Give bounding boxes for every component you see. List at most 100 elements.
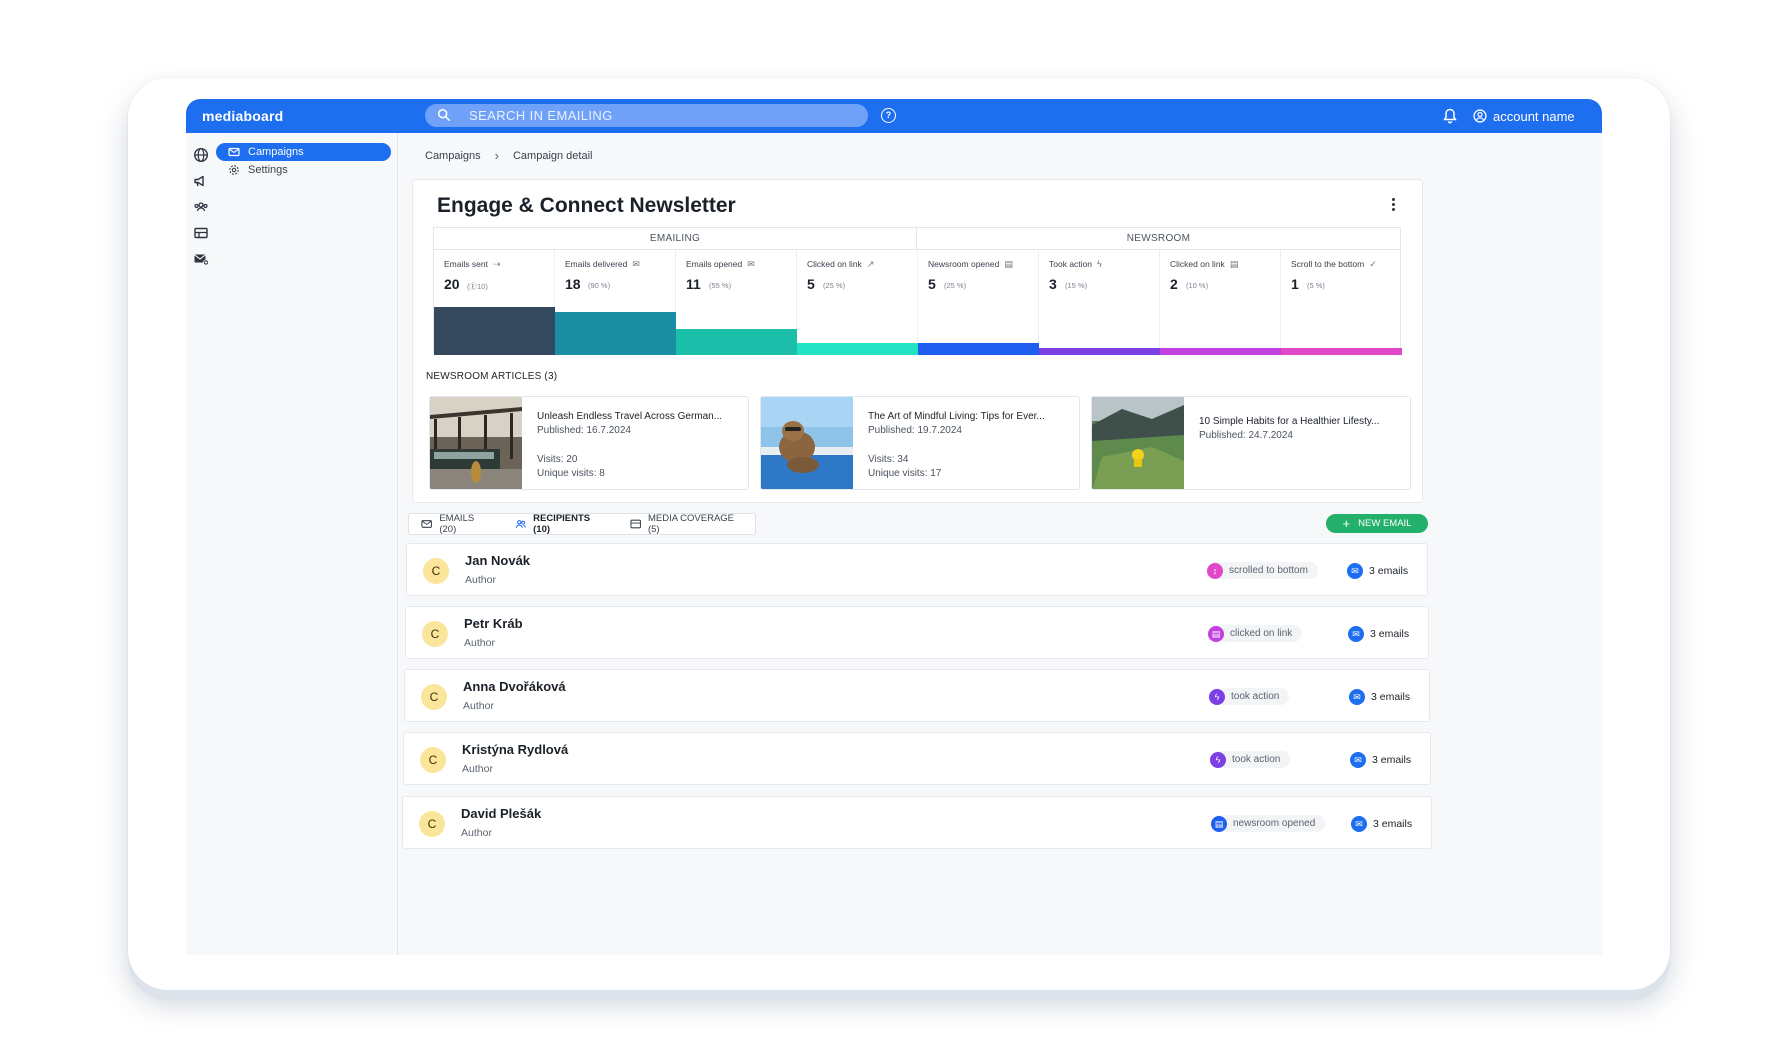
metric-bar bbox=[1281, 348, 1402, 355]
account-icon bbox=[1473, 109, 1487, 123]
emails-count[interactable]: ✉ 3 emails bbox=[1347, 562, 1408, 579]
metric-label: Emails opened ✉ bbox=[686, 259, 755, 270]
avatar: C bbox=[419, 811, 445, 837]
metric-label: Emails sent ⇢ bbox=[444, 259, 500, 270]
metric-percentage: (15 %) bbox=[1065, 281, 1088, 290]
recipient-role: Author bbox=[462, 763, 493, 775]
tab-recipients[interactable]: RECIPIENTS (10) bbox=[503, 513, 618, 535]
side-rail bbox=[186, 133, 216, 955]
newsroom-icon: ▤ bbox=[1211, 815, 1227, 832]
bolt-icon: ϟ bbox=[1209, 688, 1225, 705]
tab-media-coverage-label: MEDIA COVERAGE (5) bbox=[647, 513, 735, 535]
metric-label-text: Emails delivered bbox=[565, 259, 628, 269]
breadcrumb-campaign-detail: Campaign detail bbox=[512, 149, 593, 162]
account-menu[interactable]: account name bbox=[1473, 107, 1575, 125]
new-email-button[interactable]: + NEW EMAIL bbox=[1326, 514, 1428, 533]
top-bar: mediaboard ? account name bbox=[186, 99, 1602, 133]
status-badge: ▤ clicked on link bbox=[1208, 625, 1303, 642]
metric-column: Took action ϟ 3 (15 %) bbox=[1039, 250, 1160, 355]
emails-count[interactable]: ✉ 3 emails bbox=[1350, 751, 1411, 768]
globe-icon[interactable] bbox=[193, 147, 209, 163]
article-visits: Visits: 34 bbox=[868, 454, 909, 465]
metric-column: Emails delivered ✉ 18 (90 %) bbox=[555, 250, 676, 355]
bell-icon[interactable] bbox=[1443, 108, 1457, 124]
people-icon[interactable] bbox=[193, 199, 209, 215]
recipient-row[interactable]: C Anna Dvořáková Author ϟ took action ✉ 3 emai… bbox=[404, 669, 1430, 722]
mail-add-icon[interactable] bbox=[193, 251, 209, 267]
article-unique-visits: Unique visits: 17 bbox=[868, 468, 942, 479]
recipient-row[interactable]: C David Plešák Author ▤ newsroom opened ✉ 3 em… bbox=[402, 796, 1432, 849]
detail-tabs: EMAILS (20) RECIPIENTS (10) MEDIA COVERA… bbox=[408, 513, 756, 535]
campaign-title: Engage & Connect Newsletter bbox=[437, 194, 736, 217]
recipient-name[interactable]: Kristýna Rydlová bbox=[462, 742, 568, 757]
recipient-name[interactable]: Anna Dvořáková bbox=[463, 679, 566, 694]
link-icon: ▤ bbox=[1208, 625, 1224, 642]
megaphone-icon[interactable] bbox=[193, 173, 209, 189]
metric-percentage: (5 %) bbox=[1307, 281, 1325, 290]
breadcrumb-campaigns[interactable]: Campaigns bbox=[425, 150, 481, 162]
status-label: clicked on link bbox=[1230, 628, 1293, 639]
status-label: took action bbox=[1231, 691, 1280, 702]
article-published: Published: 16.7.2024 bbox=[537, 425, 631, 436]
nav-settings[interactable]: Settings bbox=[216, 161, 288, 179]
article-card[interactable]: Unleash Endless Travel Across German... … bbox=[429, 396, 749, 490]
tab-emails[interactable]: EMAILS (20) bbox=[409, 513, 503, 535]
app-screen: mediaboard ? account name Campaigns Sett… bbox=[186, 99, 1602, 955]
recipient-row[interactable]: C Petr Kráb Author ▤ clicked on link ✉ 3 email… bbox=[405, 606, 1429, 659]
metric-column: Newsroom opened ▤ 5 (25 %) bbox=[918, 250, 1039, 355]
status-badge: ϟ took action bbox=[1210, 751, 1291, 768]
article-visits: Visits: 20 bbox=[537, 454, 578, 465]
metric-label-text: Emails sent bbox=[444, 259, 488, 269]
link-icon: ▤ bbox=[1229, 259, 1239, 269]
status-label: scrolled to bottom bbox=[1229, 565, 1308, 576]
metric-percentage: (10 %) bbox=[1186, 281, 1209, 290]
metric-value: 18 bbox=[565, 276, 581, 292]
gear-icon bbox=[229, 165, 239, 175]
metric-value: 2 bbox=[1170, 276, 1178, 292]
metric-bar bbox=[676, 329, 797, 355]
plus-icon: + bbox=[1342, 515, 1351, 531]
metric-label-text: Newsroom opened bbox=[928, 259, 1000, 269]
status-badge: ϟ took action bbox=[1209, 688, 1290, 705]
scroll-icon: ↕ bbox=[1207, 562, 1223, 579]
recipient-name[interactable]: Petr Kráb bbox=[464, 616, 523, 631]
article-card[interactable]: The Art of Mindful Living: Tips for Ever… bbox=[760, 396, 1080, 490]
mail-icon: ✉ bbox=[1348, 625, 1364, 642]
metric-value: 5 bbox=[928, 276, 936, 292]
check-icon: ✓ bbox=[1369, 259, 1377, 269]
main-content: Campaigns › Campaign detail Engage & Con… bbox=[398, 133, 1602, 955]
recipient-row[interactable]: C Kristýna Rydlová Author ϟ took action ✉ 3 em… bbox=[403, 732, 1431, 785]
article-thumbnail bbox=[761, 397, 853, 489]
mail-icon bbox=[228, 147, 240, 157]
article-card[interactable]: 10 Simple Habits for a Healthier Lifesty… bbox=[1091, 396, 1411, 490]
mail-icon: ✉ bbox=[1349, 688, 1365, 705]
metric-bar bbox=[1039, 348, 1160, 355]
recipient-row[interactable]: C Jan Novák Author ↕ scrolled to bottom ✉ 3 em… bbox=[406, 543, 1428, 596]
recipient-name[interactable]: Jan Novák bbox=[465, 553, 530, 568]
tab-media-coverage[interactable]: MEDIA COVERAGE (5) bbox=[618, 513, 755, 535]
new-email-label: NEW EMAIL bbox=[1358, 518, 1412, 529]
brand-logo[interactable]: mediaboard bbox=[202, 108, 283, 124]
recipient-name[interactable]: David Plešák bbox=[461, 806, 541, 821]
emails-count[interactable]: ✉ 3 emails bbox=[1349, 688, 1410, 705]
avatar: C bbox=[421, 684, 447, 710]
search-input[interactable] bbox=[469, 105, 849, 126]
help-icon[interactable]: ? bbox=[881, 108, 896, 123]
metric-bar bbox=[555, 312, 676, 355]
emails-count[interactable]: ✉ 3 emails bbox=[1348, 625, 1409, 642]
metric-label: Emails delivered ✉ bbox=[565, 259, 640, 270]
nav-campaigns[interactable]: Campaigns bbox=[216, 143, 391, 161]
emails-count[interactable]: ✉ 3 emails bbox=[1351, 815, 1412, 832]
mail-check-icon: ✉ bbox=[632, 259, 640, 269]
table-icon[interactable] bbox=[193, 225, 209, 241]
metric-column: Clicked on link ↗ 5 (25 %) bbox=[797, 250, 918, 355]
metric-label: Took action ϟ bbox=[1049, 259, 1102, 269]
article-published: Published: 19.7.2024 bbox=[868, 425, 962, 436]
search-bar[interactable] bbox=[425, 104, 868, 127]
metric-percentage: (25 %) bbox=[944, 281, 967, 290]
recipient-role: Author bbox=[465, 574, 496, 586]
mail-open-icon: ✉ bbox=[747, 259, 755, 269]
metric-value: 20 bbox=[444, 276, 460, 292]
campaigns-subnav: Campaigns Settings bbox=[216, 133, 398, 955]
more-options-icon[interactable] bbox=[1392, 198, 1396, 212]
